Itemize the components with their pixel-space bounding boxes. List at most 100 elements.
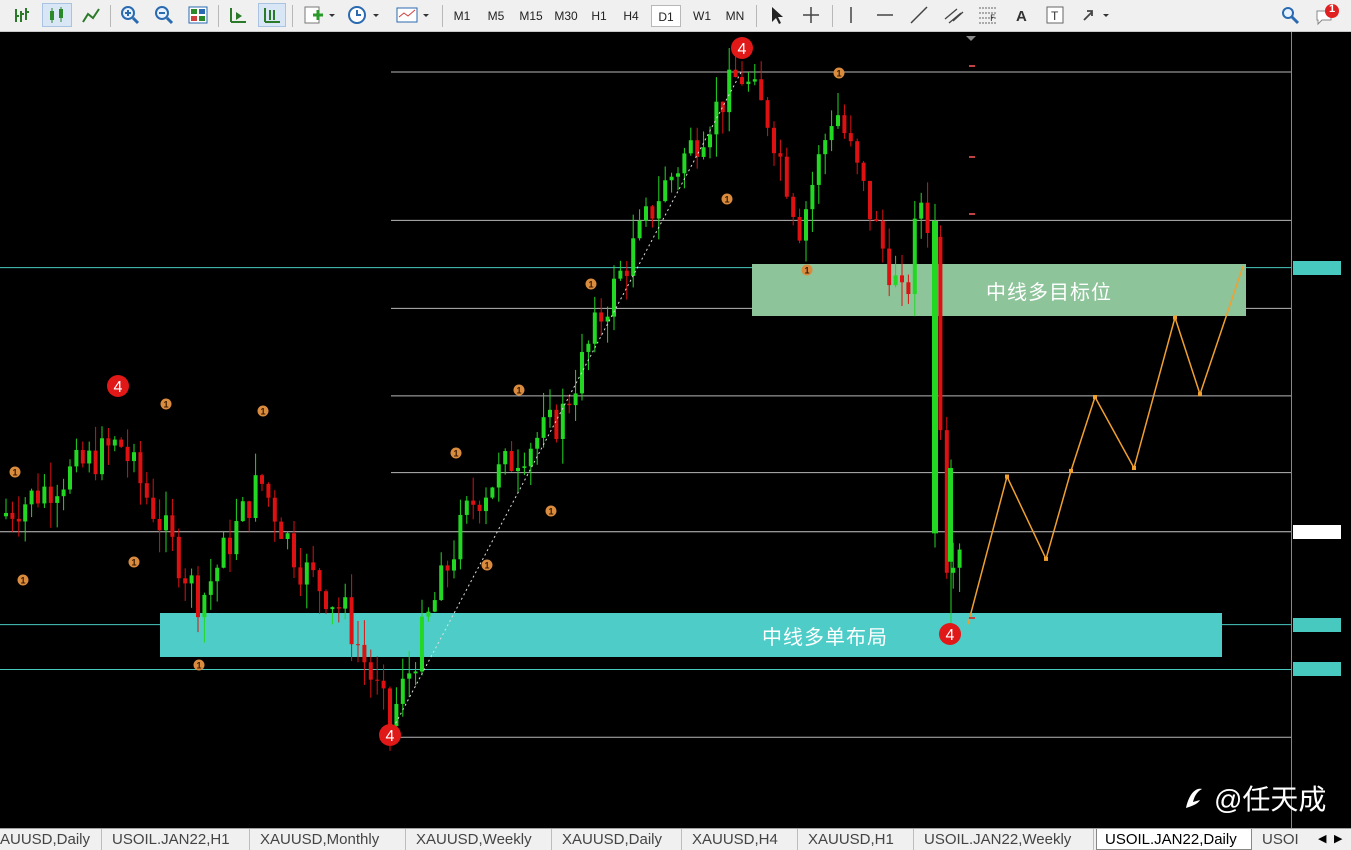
zoom-in-icon[interactable] <box>116 3 144 27</box>
trendline-icon[interactable] <box>906 3 932 27</box>
wave-label-minor: 1 <box>484 561 489 571</box>
tab-usoil-daily[interactable]: USOIL.JAN22,Daily <box>1096 829 1252 850</box>
candle-body <box>381 680 386 689</box>
candle-body <box>816 154 821 185</box>
projection-node <box>1044 556 1048 561</box>
price-tag <box>1293 524 1341 539</box>
candle-body <box>164 515 168 531</box>
templates-dropdown-icon[interactable] <box>392 3 434 27</box>
projection-node <box>1069 468 1073 473</box>
candle-body <box>400 678 405 704</box>
autoscroll-icon[interactable] <box>224 3 252 27</box>
price-axis <box>1291 32 1351 828</box>
wave-label-minor: 1 <box>260 407 265 417</box>
candle-body <box>343 597 348 609</box>
projection-path <box>967 266 1244 625</box>
candle-body <box>266 483 271 498</box>
timeframe-w1[interactable]: W1 <box>687 5 717 27</box>
tab-aususd-daily[interactable]: AUUSD,Daily <box>0 829 102 850</box>
candlestick-chart-icon[interactable] <box>42 3 72 27</box>
search-icon[interactable] <box>1278 3 1302 27</box>
candle-body <box>951 567 956 573</box>
candle-body <box>804 209 808 241</box>
timeframe-d1[interactable]: D1 <box>651 5 681 27</box>
candle-body <box>29 490 34 505</box>
tab-xauusd-h1[interactable]: XAUUSD,H1 <box>800 829 914 850</box>
candle-body <box>55 496 60 503</box>
candle-body <box>48 486 53 503</box>
vertical-line-icon[interactable] <box>840 3 862 27</box>
candle-body <box>74 449 79 467</box>
candle-body <box>439 565 444 601</box>
indicators-dropdown-icon[interactable] <box>300 3 340 27</box>
fibonacci-price-box <box>969 155 975 158</box>
bar-chart-icon[interactable] <box>8 3 38 27</box>
line-chart-icon[interactable] <box>76 3 106 27</box>
candle-body <box>189 575 194 584</box>
candle-body <box>42 486 47 504</box>
candle-body <box>10 512 15 519</box>
candle-body <box>176 536 181 579</box>
tab-scroll-left-icon[interactable]: ◀ <box>1318 832 1326 845</box>
text-tool-icon[interactable]: A <box>1010 3 1034 27</box>
candle-body <box>36 490 40 504</box>
timeframe-mn[interactable]: MN <box>720 5 750 27</box>
crosshair-icon[interactable] <box>798 3 824 27</box>
timeframe-h1[interactable]: H1 <box>585 5 613 27</box>
tab-usoil-h1[interactable]: USOIL.JAN22,H1 <box>104 829 250 850</box>
price-chart[interactable]: 444411111111111111 <box>0 32 1291 800</box>
candle-body <box>535 437 540 449</box>
horizontal-line-icon[interactable] <box>872 3 898 27</box>
candle-body <box>663 180 668 202</box>
candle-body <box>868 180 872 220</box>
candle-body <box>100 438 104 475</box>
candle-body <box>701 147 706 157</box>
candle-body <box>842 115 847 134</box>
cursor-icon[interactable] <box>764 3 790 27</box>
candle-body <box>234 521 239 555</box>
zoom-out-icon[interactable] <box>150 3 178 27</box>
candle-body <box>573 393 578 406</box>
timeframe-m1[interactable]: M1 <box>448 5 476 27</box>
timeframe-m30[interactable]: M30 <box>549 5 583 27</box>
candle-body <box>215 567 220 582</box>
wave-label-minor: 1 <box>548 507 553 517</box>
price-tag <box>1293 662 1341 677</box>
candle-body <box>522 466 527 468</box>
candle-body <box>957 549 962 568</box>
projection-node <box>1198 392 1202 397</box>
candle-body <box>644 206 648 221</box>
candle-body <box>138 452 143 484</box>
candle-body <box>880 220 885 249</box>
candle-body <box>580 351 584 394</box>
tab-usoil-weekly[interactable]: USOIL.JAN22,Weekly <box>916 829 1094 850</box>
candle-body <box>432 600 437 612</box>
tab-usoil-more[interactable]: USOI <box>1254 829 1314 850</box>
tile-windows-icon[interactable] <box>184 3 212 27</box>
tab-xauusd-weekly[interactable]: XAUUSD,Weekly <box>408 829 552 850</box>
svg-text:F: F <box>990 14 995 24</box>
watermark: @任天成 <box>1180 778 1326 818</box>
periods-clock-icon[interactable] <box>344 3 384 27</box>
candle-body <box>471 500 476 505</box>
candle-body <box>836 115 840 127</box>
notifications-icon[interactable]: 1 <box>1312 3 1342 27</box>
tab-xauusd-daily[interactable]: XAUUSD,Daily <box>554 829 682 850</box>
timeframe-m15[interactable]: M15 <box>514 5 548 27</box>
fibonacci-icon[interactable]: F <box>974 3 1002 27</box>
text-label-icon[interactable]: T <box>1042 3 1068 27</box>
candle-body <box>503 451 508 465</box>
chart-shift-icon[interactable] <box>258 3 286 27</box>
candle-body <box>740 77 744 85</box>
timeframe-m5[interactable]: M5 <box>481 5 511 27</box>
tab-scroll-right-icon[interactable]: ▶ <box>1334 832 1342 845</box>
timeframe-h4[interactable]: H4 <box>617 5 645 27</box>
tab-xauusd-monthly[interactable]: XAUUSD,Monthly <box>252 829 406 850</box>
candle-body <box>272 497 277 522</box>
arrows-dropdown-icon[interactable] <box>1078 3 1116 27</box>
candle-body <box>682 153 687 174</box>
candle-body <box>330 607 335 610</box>
equidistant-channel-icon[interactable] <box>940 3 968 27</box>
svg-text:T: T <box>1051 9 1059 23</box>
tab-xauusd-h4[interactable]: XAUUSD,H4 <box>684 829 798 850</box>
